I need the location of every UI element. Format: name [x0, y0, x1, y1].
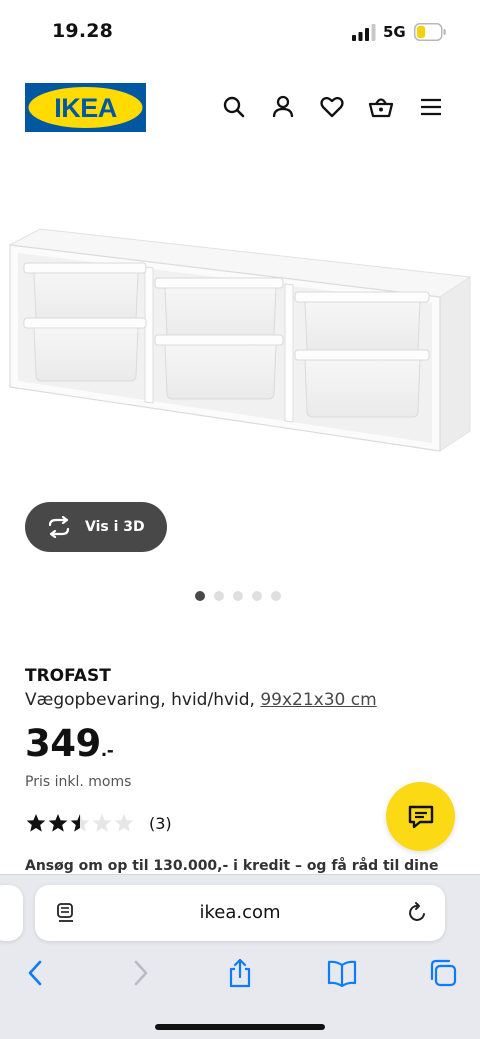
review-count: (3) — [149, 813, 172, 833]
star-full-icon — [48, 814, 68, 832]
carousel-dot[interactable] — [233, 591, 243, 601]
tabs-icon[interactable] — [427, 957, 459, 989]
rotate-3d-icon — [48, 516, 70, 538]
account-icon[interactable] — [269, 93, 297, 121]
battery-icon — [414, 23, 446, 41]
product-price: 349.- — [25, 722, 114, 765]
share-icon[interactable] — [224, 957, 256, 989]
search-icon[interactable] — [220, 93, 248, 121]
reload-icon[interactable] — [406, 901, 430, 925]
carousel-dot[interactable] — [195, 591, 205, 601]
star-empty-icon — [114, 814, 134, 832]
credit-offer-text[interactable]: Ansøg om op til 130.000,- i kredit – og … — [25, 858, 438, 874]
signal-icon — [352, 24, 376, 41]
price-suffix: .- — [100, 741, 114, 761]
menu-icon[interactable] — [417, 93, 445, 121]
network-label: 5G — [383, 23, 406, 41]
carousel-dot[interactable] — [271, 591, 281, 601]
basket-icon[interactable] — [367, 93, 395, 121]
product-description-text: Vægopbevaring, hvid/hvid, — [25, 690, 261, 710]
forward-icon[interactable] — [124, 957, 156, 989]
chat-button[interactable] — [386, 782, 455, 851]
status-time: 19.28 — [52, 20, 114, 42]
heart-icon[interactable] — [318, 93, 346, 121]
address-bar[interactable]: ikea.com — [35, 885, 445, 941]
url-text: ikea.com — [199, 902, 281, 923]
price-note: Pris inkl. moms — [25, 774, 132, 790]
bookmarks-icon[interactable] — [326, 957, 358, 989]
star-half-icon — [70, 814, 90, 832]
home-indicator — [155, 1024, 325, 1030]
price-value: 349 — [25, 722, 101, 765]
view-in-3d-button[interactable]: Vis i 3D — [25, 502, 167, 552]
back-icon[interactable] — [20, 957, 52, 989]
image-carousel-dots — [195, 591, 281, 601]
star-full-icon — [26, 814, 46, 832]
status-bar: 19.28 5G — [0, 0, 480, 64]
previous-tab-preview[interactable] — [0, 885, 23, 941]
product-description: Vægopbevaring, hvid/hvid, 99x21x30 cm — [25, 690, 377, 710]
chat-icon — [408, 805, 433, 828]
carousel-dot[interactable] — [214, 591, 224, 601]
site-header: IKEA — [0, 80, 480, 136]
star-empty-icon — [92, 814, 112, 832]
ikea-logo[interactable]: IKEA — [25, 83, 146, 132]
product-image[interactable] — [0, 215, 480, 455]
product-rating[interactable]: (3) — [25, 813, 172, 833]
browser-toolbar: ikea.com — [0, 874, 480, 1039]
product-name: TROFAST — [25, 666, 111, 686]
product-dimensions-link[interactable]: 99x21x30 cm — [260, 690, 376, 710]
logo-text: IKEA — [54, 93, 117, 123]
view-in-3d-label: Vis i 3D — [85, 519, 145, 535]
carousel-dot[interactable] — [252, 591, 262, 601]
